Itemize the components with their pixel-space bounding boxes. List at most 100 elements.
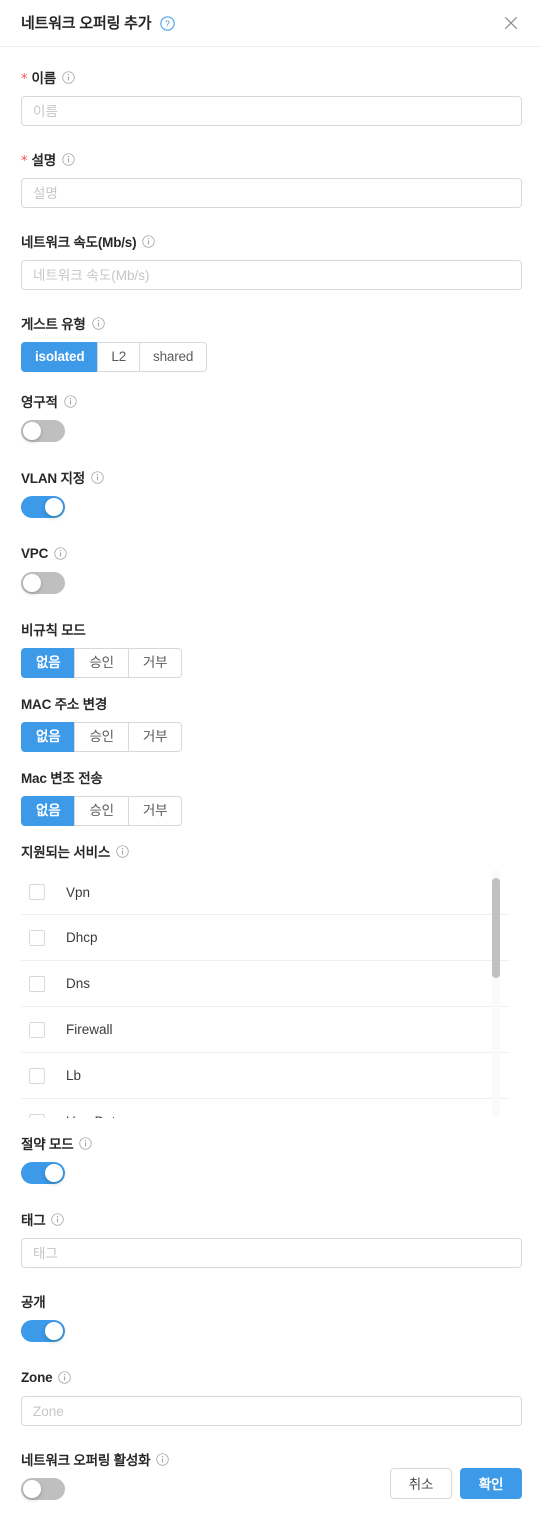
toggle-knob (23, 422, 41, 440)
field-conserve-mode: 절약 모드 (21, 1132, 522, 1184)
vpc-toggle[interactable] (21, 572, 65, 594)
dialog-header: 네트워크 오퍼링 추가 ? (0, 0, 542, 47)
service-checkbox[interactable] (29, 1067, 45, 1084)
network-rate-input[interactable] (21, 260, 522, 290)
service-checkbox[interactable] (29, 1113, 45, 1118)
label-vpc: VPC (21, 542, 522, 564)
service-checkbox[interactable] (29, 1021, 45, 1038)
service-label: Firewall (66, 1022, 113, 1037)
field-label: VLAN 지정 (21, 471, 85, 486)
info-circle-icon[interactable] (142, 234, 156, 248)
list-item[interactable]: Dns (21, 961, 510, 1007)
field-label: VPC (21, 545, 49, 561)
toggle-knob (45, 498, 63, 516)
guest-type-option-isolated[interactable]: isolated (21, 342, 98, 372)
info-circle-icon[interactable] (58, 1370, 72, 1384)
forged-transmits-radio-group[interactable]: 없음 승인 거부 (21, 796, 183, 826)
field-guest-type: 게스트 유형 isolated L2 shared (21, 312, 522, 372)
svg-text:?: ? (166, 18, 171, 28)
promiscuous-mode-option-accept[interactable]: 승인 (74, 648, 128, 678)
promiscuous-mode-option-reject[interactable]: 거부 (127, 648, 183, 678)
guest-type-option-shared[interactable]: shared (139, 342, 208, 372)
guest-type-option-l2[interactable]: L2 (97, 342, 140, 372)
question-circle-icon[interactable]: ? (160, 15, 176, 31)
conserve-mode-toggle[interactable] (21, 1162, 65, 1184)
label-tags: 태그 (21, 1208, 522, 1230)
name-input[interactable] (21, 96, 522, 126)
field-label: 공개 (21, 1295, 46, 1310)
list-item[interactable]: Dhcp (21, 915, 510, 961)
label-forged-transmits: Mac 변조 전송 (21, 766, 522, 788)
field-promiscuous-mode: 비규칙 모드 없음 승인 거부 (21, 618, 522, 678)
promiscuous-mode-radio-group[interactable]: 없음 승인 거부 (21, 648, 183, 678)
field-label: 영구적 (21, 395, 58, 410)
mac-address-change-option-none[interactable]: 없음 (21, 722, 75, 752)
field-label: 절약 모드 (21, 1137, 74, 1152)
public-toggle[interactable] (21, 1320, 65, 1342)
service-checkbox[interactable] (29, 975, 45, 992)
mac-address-change-radio-group[interactable]: 없음 승인 거부 (21, 722, 183, 752)
persistent-toggle[interactable] (21, 420, 65, 442)
required-marker: * (21, 71, 28, 87)
field-supported-services: 지원되는 서비스 Vpn Dhcp Dns Firewall Lb (21, 840, 522, 1118)
toggle-knob (45, 1322, 63, 1340)
service-label: Dhcp (66, 930, 98, 945)
supported-services-list[interactable]: Vpn Dhcp Dns Firewall Lb (21, 870, 522, 1118)
label-promiscuous-mode: 비규칙 모드 (21, 618, 522, 640)
guest-type-radio-group[interactable]: isolated L2 shared (21, 342, 208, 372)
specify-vlan-toggle[interactable] (21, 496, 65, 518)
mac-address-change-option-reject[interactable]: 거부 (127, 722, 183, 752)
forged-transmits-option-none[interactable]: 없음 (21, 796, 75, 826)
add-network-offering-dialog: 네트워크 오퍼링 추가 ? * 이름 이름 * 설명 설명 네트워크 속도(Mb… (0, 0, 542, 1520)
field-tags: 태그 (21, 1208, 522, 1268)
close-icon[interactable] (500, 12, 522, 34)
field-label: 비규칙 모드 (21, 623, 86, 638)
field-name: * 이름 (21, 66, 522, 126)
service-label: UserData (66, 1114, 123, 1118)
required-marker: * (21, 153, 28, 169)
services-scrollbar-thumb[interactable] (492, 878, 500, 978)
service-checkbox[interactable] (29, 884, 45, 900)
field-label: Mac 변조 전송 (21, 771, 103, 786)
field-label: 태그 (21, 1213, 46, 1228)
label-description: * 설명 (21, 148, 522, 170)
service-label: Vpn (66, 884, 91, 900)
tags-input[interactable] (21, 1238, 522, 1268)
mac-address-change-option-accept[interactable]: 승인 (74, 722, 128, 752)
label-zone: Zone (21, 1366, 522, 1388)
page-title: 네트워크 오퍼링 추가 (21, 14, 152, 32)
info-circle-icon[interactable] (51, 1212, 65, 1226)
zone-input[interactable] (21, 1396, 522, 1426)
list-item[interactable]: Lb (21, 1053, 510, 1099)
label-supported-services: 지원되는 서비스 (21, 840, 522, 862)
label-conserve-mode: 절약 모드 (21, 1132, 522, 1154)
info-circle-icon[interactable] (91, 470, 104, 484)
info-circle-icon[interactable] (63, 394, 77, 408)
services-scrollbar[interactable] (492, 870, 500, 1118)
info-circle-icon[interactable] (91, 316, 105, 330)
label-public: 공개 (21, 1290, 522, 1312)
info-circle-icon[interactable] (116, 844, 129, 858)
forged-transmits-option-reject[interactable]: 거부 (127, 796, 183, 826)
promiscuous-mode-option-none[interactable]: 없음 (21, 648, 75, 678)
field-label: Zone (21, 1369, 53, 1385)
list-item[interactable]: Vpn (21, 870, 510, 915)
field-public: 공개 (21, 1290, 522, 1342)
service-checkbox[interactable] (29, 929, 45, 946)
list-item[interactable]: UserData (21, 1099, 510, 1118)
info-circle-icon[interactable] (79, 1136, 93, 1150)
field-vpc: VPC (21, 542, 522, 594)
info-circle-icon[interactable] (54, 546, 67, 560)
forged-transmits-option-accept[interactable]: 승인 (74, 796, 128, 826)
description-input[interactable] (21, 178, 522, 208)
list-item[interactable]: Firewall (21, 1007, 510, 1053)
info-circle-icon[interactable] (62, 152, 75, 166)
field-label: 지원되는 서비스 (21, 845, 111, 860)
dialog-footer: 취소 확인 (0, 1446, 542, 1520)
toggle-knob (45, 1164, 63, 1182)
info-circle-icon[interactable] (62, 70, 75, 84)
field-persistent: 영구적 (21, 390, 522, 442)
ok-button[interactable]: 확인 (460, 1467, 522, 1499)
cancel-button[interactable]: 취소 (390, 1467, 452, 1499)
service-label: Dns (66, 976, 91, 991)
